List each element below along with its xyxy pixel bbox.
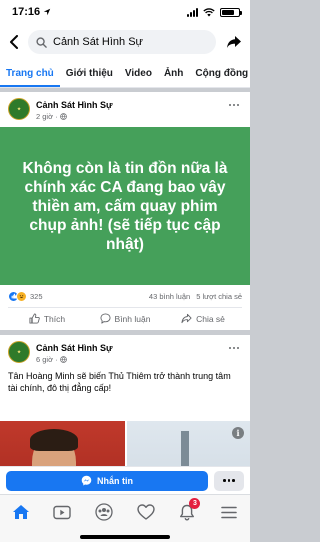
search-query: Cảnh Sát Hình Sự [53,36,143,48]
post-author[interactable]: Cảnh Sát Hình Sự [36,100,226,110]
messenger-icon [81,475,92,486]
share-page-button[interactable] [224,32,244,52]
like-label: Thích [43,313,66,324]
location-arrow-icon [43,8,51,16]
share-label: Chia sẻ [196,313,225,324]
chevron-left-icon [10,35,18,49]
menu-icon [221,506,237,518]
nav-watch[interactable] [49,501,75,523]
tab-community[interactable]: Cộng đồng [189,60,250,87]
nav-dating[interactable] [133,501,159,523]
comment-bubble-icon [99,313,111,324]
heart-icon [137,504,155,520]
post-body: Không còn là tin đồn nữa là chính xác CA… [22,159,228,253]
cellular-signal-icon [187,7,198,17]
share-button[interactable]: Chia sẻ [164,313,242,324]
status-bar: 17:16 [0,0,250,24]
like-button[interactable]: Thích [8,313,86,324]
post-author[interactable]: Cảnh Sát Hình Sự [36,343,226,353]
search-input[interactable]: Cảnh Sát Hình Sự [28,30,216,54]
tab-home[interactable]: Trang chủ [0,60,60,87]
battery-icon [220,7,242,17]
search-icon [36,36,47,48]
reaction-count: 325 [30,291,43,301]
post-options-icon[interactable] [226,343,242,353]
post-stats: 325 43 bình luận 5 lượt chia sẻ [0,285,250,307]
comment-button[interactable]: Bình luận [86,313,164,324]
video-icon [53,505,72,519]
haha-reaction-icon [16,290,27,302]
page-avatar[interactable]: ★ [8,341,30,363]
info-icon[interactable]: i [232,427,244,439]
search-header: Cảnh Sát Hình Sự [0,24,250,60]
post-timestamp: 2 giờ · [36,112,226,121]
more-options-button[interactable] [214,470,244,491]
nav-groups[interactable] [91,501,117,523]
wifi-icon [203,7,215,16]
post-actions: Thích Bình luận Chia sẻ [8,307,242,329]
status-time-group: 17:16 [12,6,51,18]
post-body: Tân Hoàng Minh sẽ biến Thủ Thiêm trở thà… [8,371,231,393]
post-timestamp: 6 giờ · [36,355,226,364]
comment-count[interactable]: 43 bình luận [149,292,190,301]
home-indicator [80,535,170,539]
post-header: ★ Cảnh Sát Hình Sự 6 giờ · [0,335,250,368]
back-button[interactable] [6,32,22,52]
home-icon [12,505,29,519]
post-text-background: Không còn là tin đồn nữa là chính xác CA… [0,127,250,285]
message-bar: Nhắn tin [0,466,250,494]
status-time: 17:16 [12,6,41,18]
tab-about[interactable]: Giới thiệu [60,60,119,87]
groups-icon [95,503,113,521]
tab-photos[interactable]: Ảnh [158,60,189,87]
tab-videos[interactable]: Video [119,60,158,87]
post-options-icon[interactable] [226,100,242,110]
feed[interactable]: ★ Cảnh Sát Hình Sự 2 giờ · Không còn là … [0,89,250,494]
nav-menu[interactable] [216,501,242,523]
share-icon [181,313,192,324]
share-count[interactable]: 5 lượt chia sẻ [196,292,242,301]
nav-home[interactable] [8,501,34,523]
notification-badge: 3 [189,498,201,509]
post-header: ★ Cảnh Sát Hình Sự 2 giờ · [0,92,250,125]
post-time-text: 2 giờ · [36,112,58,121]
share-arrow-icon [227,36,241,48]
reactions-summary[interactable]: 325 [8,290,43,302]
avatar-logo: ★ [17,106,21,111]
send-message-button[interactable]: Nhắn tin [6,470,208,491]
nav-notifications[interactable]: 3 [174,498,201,523]
post-card: ★ Cảnh Sát Hình Sự 2 giờ · Không còn là … [0,92,250,330]
page-avatar[interactable]: ★ [8,98,30,120]
avatar-logo: ★ [17,349,21,354]
globe-icon [59,113,67,120]
globe-icon [59,356,67,363]
comment-label: Bình luận [114,313,151,324]
post-time-text: 6 giờ · [36,355,58,364]
send-message-label: Nhắn tin [97,475,133,486]
page-tabs: Trang chủ Giới thiệu Video Ảnh Cộng đồng [0,60,250,88]
thumbs-up-icon [29,313,40,324]
